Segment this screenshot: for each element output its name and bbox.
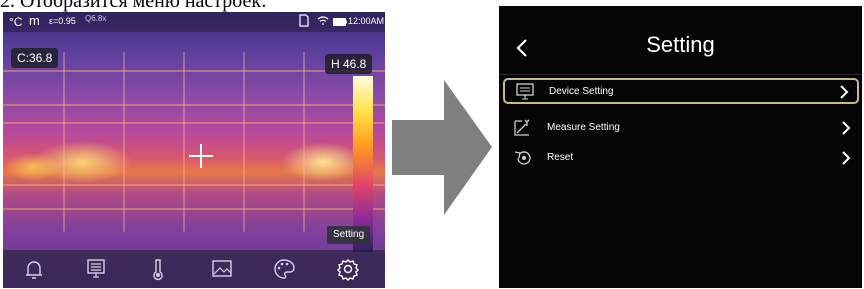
status-bar: °C m ε=0.95 Q6.8x 12:00AM	[3, 12, 385, 32]
thermal-stripe	[3, 184, 385, 186]
thermal-camera-view: °C m ε=0.95 Q6.8x 12:00AM C:36.8 H 46.8 …	[3, 12, 385, 288]
thermal-wire	[183, 52, 185, 232]
center-temp-marker: C:36.8	[11, 48, 59, 68]
gear-icon[interactable]	[335, 257, 361, 281]
crosshair-icon	[189, 144, 213, 168]
mode-indicator: m	[29, 13, 40, 28]
monitor-icon[interactable]	[83, 257, 109, 281]
right-arrow-icon	[392, 80, 492, 215]
chevron-right-icon	[841, 150, 851, 166]
zoom-indicator: Q6.8x	[85, 14, 107, 23]
thermal-wire	[243, 52, 245, 232]
menu-item-device-setting[interactable]: Device Setting	[503, 78, 859, 104]
wifi-icon	[317, 15, 329, 29]
divider	[499, 74, 862, 75]
chevron-right-icon	[839, 84, 849, 100]
thermal-stripe	[3, 122, 385, 124]
settings-screen: Setting Device Setting Measure Setting R…	[499, 6, 862, 288]
menu-item-label: Reset	[547, 152, 574, 163]
thermometer-icon[interactable]	[145, 257, 171, 281]
palette-icon[interactable]	[271, 257, 297, 281]
reset-icon	[513, 149, 533, 167]
chevron-right-icon	[841, 120, 851, 136]
emissivity-indicator: ε=0.95	[49, 16, 76, 26]
measure-icon	[513, 119, 533, 137]
bottom-toolbar	[3, 250, 385, 288]
menu-item-measure-setting[interactable]: Measure Setting	[503, 116, 859, 142]
thermal-stripe	[3, 208, 385, 210]
battery-icon	[333, 17, 347, 29]
setting-tooltip: Setting	[327, 226, 371, 244]
bell-icon[interactable]	[21, 257, 47, 281]
menu-item-reset[interactable]: Reset	[503, 146, 859, 172]
menu-item-label: Device Setting	[549, 86, 614, 97]
monitor-icon	[515, 83, 535, 101]
high-temp-marker: H 46.8	[325, 54, 373, 74]
menu-item-label: Measure Setting	[547, 122, 620, 133]
image-icon[interactable]	[209, 257, 235, 281]
thermal-wire	[63, 52, 65, 232]
sd-card-icon	[299, 14, 309, 30]
thermal-wire	[303, 52, 305, 232]
unit-indicator: °C	[9, 15, 23, 29]
thermal-stripe	[3, 104, 385, 106]
clock: 12:00AM	[348, 16, 385, 26]
page-title: Setting	[646, 32, 715, 57]
caption: 2. Отобразится меню настроек:	[0, 0, 267, 12]
thermal-wire	[123, 52, 125, 232]
